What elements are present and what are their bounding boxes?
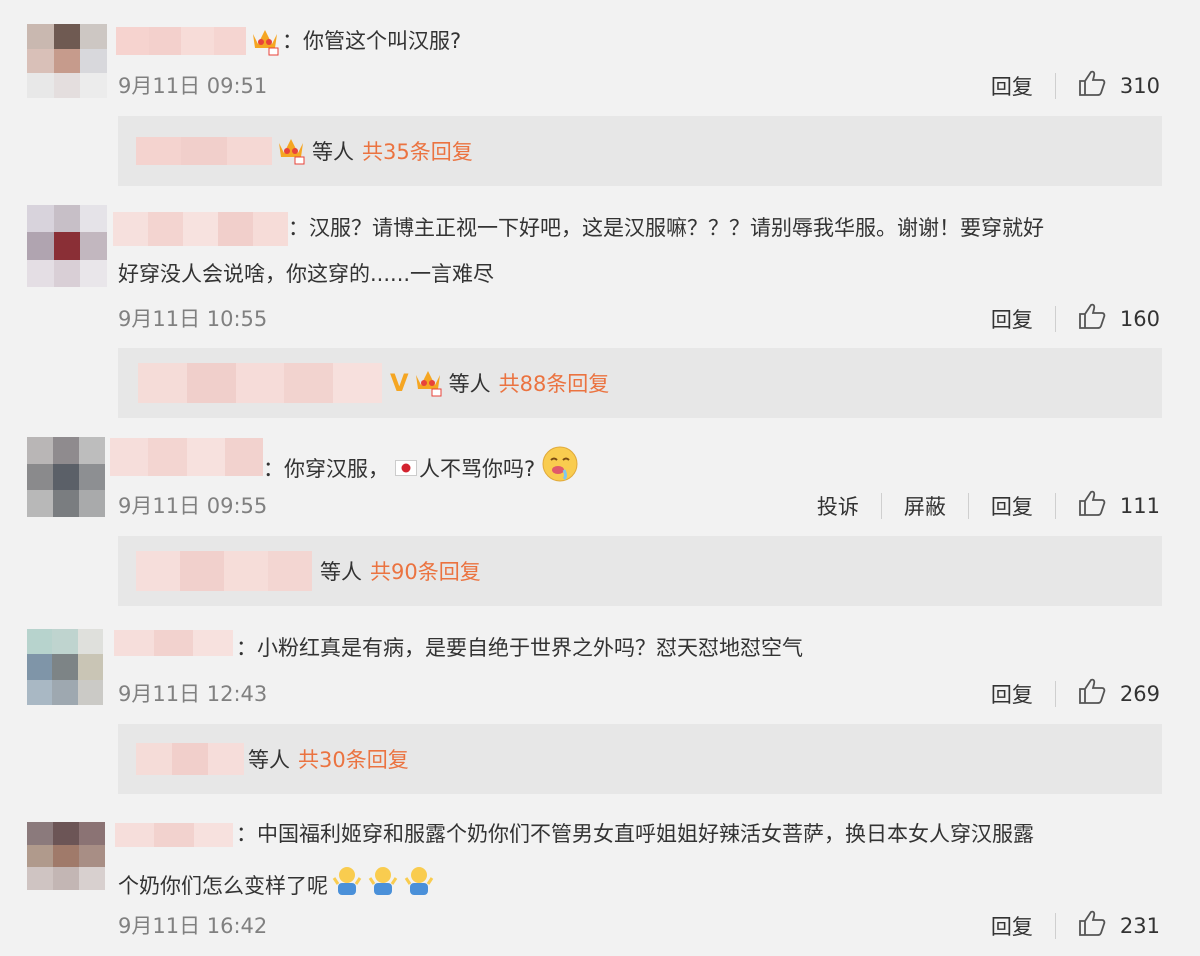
crown-badge-icon bbox=[413, 365, 443, 402]
reply-thread-bar[interactable]: 等人 共90条回复 bbox=[118, 536, 1162, 606]
comment-text-line2: 好穿没人会说啥，你这穿的......一言难尽 bbox=[118, 262, 495, 286]
reply-thread-bar[interactable]: 等人 共30条回复 bbox=[118, 724, 1162, 794]
like-count[interactable]: 231 bbox=[1120, 914, 1160, 938]
reply-button[interactable]: 回复 bbox=[991, 491, 1033, 521]
reply-thread-bar[interactable]: V 等人 共88条回复 bbox=[118, 348, 1162, 418]
comment-text-suffix: 人不骂你吗? bbox=[419, 456, 536, 481]
avatar[interactable] bbox=[27, 24, 107, 98]
like-count[interactable]: 111 bbox=[1120, 494, 1160, 518]
comment-text-line2: 个奶你们怎么变样了呢 bbox=[118, 864, 436, 907]
shrug-person-emoji bbox=[330, 864, 364, 907]
reply-user-blurred bbox=[138, 363, 382, 403]
reply-button[interactable]: 回复 bbox=[991, 911, 1033, 941]
reply-button[interactable]: 回复 bbox=[991, 71, 1033, 101]
comment-actions: 回复 231 bbox=[991, 910, 1160, 941]
like-count[interactable]: 160 bbox=[1120, 307, 1160, 331]
reply-button[interactable]: 回复 bbox=[991, 304, 1033, 334]
comment-time: 9月11日 09:55 bbox=[118, 494, 268, 518]
reply-user-blurred bbox=[136, 137, 272, 165]
comment-actions: 回复 160 bbox=[991, 303, 1160, 334]
comment-text: ：汉服？请博主正视一下好吧，这是汉服嘛？？？请别辱我华服。谢谢！要穿就好 bbox=[288, 216, 1044, 240]
reply-thread-summary: 等人 共90条回复 bbox=[136, 536, 481, 606]
divider bbox=[1054, 680, 1056, 707]
comment-text: ：小粉红真是有病，是要自绝于世界之外吗？怼天怼地怼空气 bbox=[236, 636, 803, 660]
reply-count-link[interactable]: 共90条回复 bbox=[370, 556, 481, 586]
username-blurred[interactable] bbox=[110, 438, 263, 476]
comment-text: ：你管这个叫汉服? bbox=[282, 29, 462, 53]
verified-badge-icon: V bbox=[390, 369, 409, 397]
shrug-person-emoji bbox=[366, 864, 400, 907]
thumbs-up-icon[interactable] bbox=[1078, 678, 1106, 709]
username-blurred[interactable] bbox=[113, 212, 288, 246]
drooling-face-emoji bbox=[541, 445, 579, 492]
like-count[interactable]: 310 bbox=[1120, 74, 1160, 98]
username-blurred[interactable] bbox=[115, 823, 233, 847]
reply-thread-summary: 等人 共35条回复 bbox=[136, 116, 473, 186]
comment-time: 9月11日 12:43 bbox=[118, 682, 268, 706]
divider bbox=[880, 492, 882, 519]
comment-actions: 回复 310 bbox=[991, 70, 1160, 101]
divider bbox=[1054, 305, 1056, 332]
reply-thread-bar[interactable]: 等人 共35条回复 bbox=[118, 116, 1162, 186]
divider bbox=[1054, 492, 1056, 519]
reply-count-link[interactable]: 共30条回复 bbox=[298, 744, 409, 774]
reply-user-blurred bbox=[136, 551, 312, 591]
divider bbox=[1054, 72, 1056, 99]
comment-time: 9月11日 09:51 bbox=[118, 74, 268, 98]
comment-text-prefix: ：你穿汉服， bbox=[263, 456, 389, 481]
thumbs-up-icon[interactable] bbox=[1078, 303, 1106, 334]
thumbs-up-icon[interactable] bbox=[1078, 490, 1106, 521]
reply-suffix: 等人 bbox=[448, 372, 491, 396]
japan-flag-icon bbox=[395, 453, 417, 485]
comment-text-line2-content: 个奶你们怎么变样了呢 bbox=[118, 873, 328, 898]
comment-time: 9月11日 16:42 bbox=[118, 914, 268, 938]
divider bbox=[1054, 912, 1056, 939]
reply-button[interactable]: 回复 bbox=[991, 679, 1033, 709]
thumbs-up-icon[interactable] bbox=[1078, 910, 1106, 941]
report-button[interactable]: 投诉 bbox=[817, 491, 859, 521]
reply-count-link[interactable]: 共35条回复 bbox=[362, 136, 473, 166]
like-count[interactable]: 269 bbox=[1120, 682, 1160, 706]
comment-actions: 回复 269 bbox=[991, 678, 1160, 709]
reply-count-link[interactable]: 共88条回复 bbox=[499, 368, 610, 398]
shrug-person-emoji bbox=[402, 864, 436, 907]
reply-thread-summary: 等人 共30条回复 bbox=[136, 724, 409, 794]
comment-text: ：你穿汉服， 人不骂你吗? bbox=[263, 445, 579, 492]
reply-suffix: 等人 bbox=[312, 140, 354, 164]
comment-text: ：中国福利姬穿和服露个奶你们不管男女直呼姐姐好辣活女菩萨，换日本女人穿汉服露 bbox=[236, 822, 1034, 846]
avatar[interactable] bbox=[27, 822, 105, 890]
divider bbox=[967, 492, 969, 519]
reply-user-blurred bbox=[136, 743, 244, 775]
username-blurred[interactable] bbox=[114, 630, 234, 656]
avatar[interactable] bbox=[27, 205, 107, 287]
reply-suffix: 等人 bbox=[248, 748, 290, 772]
username-blurred[interactable] bbox=[116, 27, 246, 55]
thumbs-up-icon[interactable] bbox=[1078, 70, 1106, 101]
crown-badge-icon bbox=[276, 133, 306, 170]
avatar[interactable] bbox=[27, 629, 103, 705]
reply-suffix: 等人 bbox=[320, 560, 362, 584]
block-button[interactable]: 屏蔽 bbox=[904, 491, 946, 521]
crown-badge-icon bbox=[250, 24, 280, 60]
comment-time: 9月11日 10:55 bbox=[118, 307, 268, 331]
reply-thread-summary: V 等人 共88条回复 bbox=[138, 348, 609, 418]
avatar[interactable] bbox=[27, 437, 105, 517]
comment-actions: 投诉 屏蔽 回复 111 bbox=[817, 490, 1160, 521]
